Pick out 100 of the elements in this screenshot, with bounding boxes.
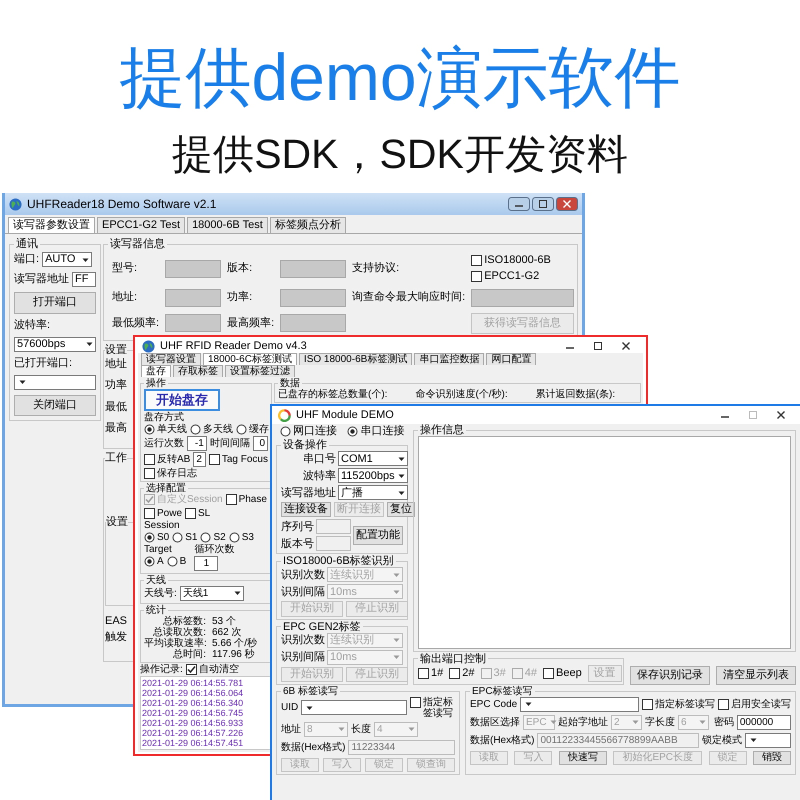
checkbox-label: SL bbox=[198, 508, 210, 519]
tab[interactable]: 标签频点分析 bbox=[270, 217, 346, 234]
radio-label: B bbox=[180, 556, 186, 567]
radio-label: S2 bbox=[213, 532, 226, 543]
tab[interactable]: ISO 18000-6B标签测试 bbox=[298, 353, 412, 365]
radio-button[interactable] bbox=[347, 426, 358, 437]
input-field[interactable] bbox=[316, 519, 351, 534]
tab[interactable]: 读写器设置 bbox=[141, 353, 201, 365]
radio-button[interactable] bbox=[166, 556, 178, 567]
action-button[interactable]: 清空显示列表 bbox=[716, 666, 796, 685]
tab[interactable]: 读写器参数设置 bbox=[8, 217, 95, 234]
input-field[interactable]: 0 bbox=[252, 436, 268, 451]
tab[interactable]: 18000-6B Test bbox=[187, 217, 268, 234]
dropdown[interactable] bbox=[520, 696, 639, 712]
tab[interactable]: 存取标签 bbox=[173, 365, 223, 377]
checkbox[interactable] bbox=[186, 664, 197, 675]
field-label: 密码 bbox=[714, 716, 734, 728]
checkbox[interactable] bbox=[208, 454, 220, 465]
field-label: 支持协议: bbox=[352, 262, 400, 276]
radio-button[interactable] bbox=[228, 532, 240, 543]
radio-label: S0 bbox=[157, 532, 170, 543]
dropdown[interactable]: 天线1 bbox=[180, 586, 244, 601]
minimize-icon[interactable] bbox=[508, 197, 530, 211]
dropdown[interactable] bbox=[745, 732, 791, 748]
readonly-field bbox=[280, 288, 346, 307]
tab[interactable]: 盘存 bbox=[141, 365, 171, 377]
dropdown[interactable]: 115200bps bbox=[338, 468, 408, 484]
tab[interactable]: 网口配置 bbox=[486, 353, 536, 365]
stat-value: 662 次 bbox=[212, 626, 242, 638]
radio-button[interactable] bbox=[190, 424, 201, 435]
input-field[interactable]: -1 bbox=[187, 436, 207, 451]
checkbox[interactable] bbox=[410, 696, 421, 708]
checkbox[interactable] bbox=[543, 668, 554, 679]
radio-button[interactable] bbox=[280, 426, 291, 437]
connect-button[interactable]: 复位 bbox=[387, 502, 415, 518]
open-port-button[interactable]: 打开端口 bbox=[14, 292, 96, 314]
stat-value: 117.96 秒 bbox=[212, 648, 255, 660]
radio-label: 缓存 bbox=[249, 424, 269, 435]
log-line: 2021-01-29 06:14:56.340 bbox=[142, 698, 244, 708]
dropdown[interactable]: AUTO bbox=[42, 252, 92, 268]
field-label: 总时间: bbox=[172, 648, 206, 660]
radio-label: 网口连接 bbox=[292, 425, 337, 438]
checkbox[interactable] bbox=[226, 494, 237, 505]
group-title: 工作 bbox=[105, 452, 127, 466]
tag-action-button[interactable]: 快速写 bbox=[558, 750, 607, 765]
radio-button[interactable] bbox=[144, 532, 155, 543]
connect-button[interactable]: 连接设备 bbox=[281, 502, 331, 518]
checkbox-label: Phase bbox=[238, 494, 267, 505]
close-icon[interactable] bbox=[619, 340, 633, 352]
dropdown[interactable]: 广播 bbox=[338, 485, 408, 500]
dropdown[interactable] bbox=[14, 374, 96, 390]
start-inventory-button[interactable]: 开始盘存 bbox=[144, 389, 220, 411]
checkbox[interactable] bbox=[144, 454, 155, 465]
close-port-button[interactable]: 关闭端口 bbox=[14, 394, 96, 416]
field-label: 波特率: bbox=[14, 318, 52, 332]
input-field[interactable] bbox=[316, 536, 351, 552]
input-field[interactable]: FF bbox=[72, 272, 96, 288]
tab[interactable]: 18000-6C标签测试 bbox=[203, 353, 297, 365]
action-button[interactable]: 保存识别记录 bbox=[630, 666, 710, 685]
dropdown[interactable]: 57600bps bbox=[14, 336, 96, 352]
field-label: 命令识别速度(个/秒): bbox=[415, 389, 508, 400]
checkbox[interactable] bbox=[471, 255, 482, 266]
field-label: 功率: bbox=[227, 291, 254, 304]
radio-button[interactable] bbox=[144, 424, 155, 435]
radio-button[interactable] bbox=[200, 532, 212, 543]
group-title: ISO18000-6B标签识别 bbox=[282, 555, 395, 568]
checkbox[interactable] bbox=[471, 270, 482, 282]
dropdown[interactable] bbox=[301, 700, 407, 716]
field-label: 累计返回数据(条): bbox=[536, 389, 616, 400]
maximize-icon[interactable] bbox=[591, 340, 605, 352]
field-label: 识别间隔 bbox=[281, 586, 325, 598]
input-field[interactable]: 1 bbox=[194, 556, 218, 571]
field-label: 数据(Hex格式) bbox=[470, 734, 534, 746]
radio-button[interactable] bbox=[144, 556, 155, 567]
checkbox[interactable] bbox=[718, 698, 729, 710]
tab[interactable]: EPCC1-G2 Test bbox=[97, 217, 186, 234]
tab[interactable]: 串口监控数据 bbox=[414, 353, 484, 365]
input-field[interactable]: 2 bbox=[193, 452, 206, 467]
radio-button[interactable] bbox=[172, 532, 184, 543]
checkbox[interactable] bbox=[642, 698, 653, 710]
globe-icon bbox=[9, 198, 22, 210]
checkbox[interactable] bbox=[418, 668, 429, 679]
maximize-icon[interactable] bbox=[532, 197, 554, 211]
field-label: 操作记录: bbox=[140, 664, 183, 675]
close-icon[interactable] bbox=[774, 409, 788, 421]
radio-label: S3 bbox=[242, 532, 254, 543]
tab[interactable]: 设置标签过滤 bbox=[225, 365, 295, 377]
checkbox[interactable] bbox=[449, 668, 460, 679]
checkbox[interactable] bbox=[185, 508, 196, 519]
group-title: 设置 bbox=[105, 344, 127, 358]
checkbox[interactable] bbox=[144, 468, 155, 479]
dropdown[interactable]: COM1 bbox=[338, 451, 408, 466]
group-title: 选择配置 bbox=[145, 482, 186, 494]
radio-button[interactable] bbox=[236, 424, 247, 435]
checkbox[interactable] bbox=[144, 508, 155, 519]
group-title: 输出端口控制 bbox=[419, 652, 487, 665]
config-button[interactable]: 配置功能 bbox=[353, 526, 403, 545]
input-field[interactable]: 000000 bbox=[736, 714, 791, 730]
tag-action-button[interactable]: 销毁 bbox=[752, 750, 791, 765]
field-label: 已盘存的标签总数量(个): bbox=[278, 389, 388, 400]
